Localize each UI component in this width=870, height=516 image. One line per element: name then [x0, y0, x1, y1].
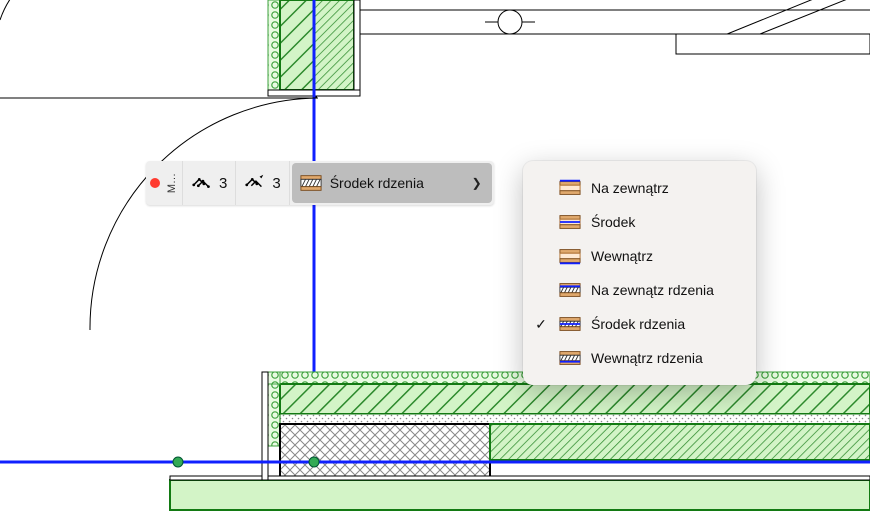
- toolbar-join-a[interactable]: 3: [183, 161, 236, 205]
- ref-line-menu: Na zewnątrz Środek Wewnątrz: [523, 161, 756, 385]
- wall-edit-toolbar: M… 3 3 Środek rdzeni: [146, 161, 494, 205]
- toolbar-modify-seg[interactable]: M…: [146, 161, 183, 205]
- ref-hatch-inner-icon: [559, 347, 581, 369]
- wall-join-b-icon: [244, 172, 266, 194]
- cad-canvas[interactable]: M… 3 3 Środek rdzeni: [0, 0, 870, 516]
- check-icon: ✓: [533, 316, 549, 333]
- ref-hatch-center-icon: [559, 313, 581, 335]
- ref-line-dropdown[interactable]: Środek rdzenia ❯: [292, 163, 492, 203]
- record-dot-icon: [150, 178, 160, 188]
- ref-solid-outer-icon: [559, 177, 581, 199]
- menu-item-na-zewnatrz-rdzenia[interactable]: Na zewnątz rdzenia: [527, 273, 752, 307]
- ref-solid-center-icon: [559, 211, 581, 233]
- ref-line-hatch-icon: [300, 172, 322, 194]
- menu-item-label: Środek: [591, 214, 740, 230]
- menu-item-label: Wewnątrz rdzenia: [591, 350, 740, 366]
- ref-line-dropdown-label: Środek rdzenia: [330, 175, 424, 191]
- join-a-count: 3: [219, 175, 227, 192]
- chevron-right-icon: ❯: [472, 176, 482, 190]
- menu-item-srodek[interactable]: Środek: [527, 205, 752, 239]
- wall-join-a-icon: [191, 172, 213, 194]
- menu-item-label: Środek rdzenia: [591, 316, 740, 332]
- menu-item-label: Wewnątrz: [591, 248, 740, 264]
- menu-item-label: Na zewnątrz: [591, 180, 740, 196]
- menu-item-wewnatrz-rdzenia[interactable]: Wewnątrz rdzenia: [527, 341, 752, 375]
- menu-item-label: Na zewnątz rdzenia: [591, 282, 740, 298]
- ref-hatch-outer-icon: [559, 279, 581, 301]
- menu-item-na-zewnatrz[interactable]: Na zewnątrz: [527, 171, 752, 205]
- join-b-count: 3: [272, 175, 280, 192]
- menu-item-wewnatrz[interactable]: Wewnątrz: [527, 239, 752, 273]
- menu-item-srodek-rdzenia[interactable]: ✓ Środek rdzenia: [527, 307, 752, 341]
- ref-solid-inner-icon: [559, 245, 581, 267]
- modify-label: M…: [166, 171, 178, 195]
- toolbar-join-b[interactable]: 3: [236, 161, 289, 205]
